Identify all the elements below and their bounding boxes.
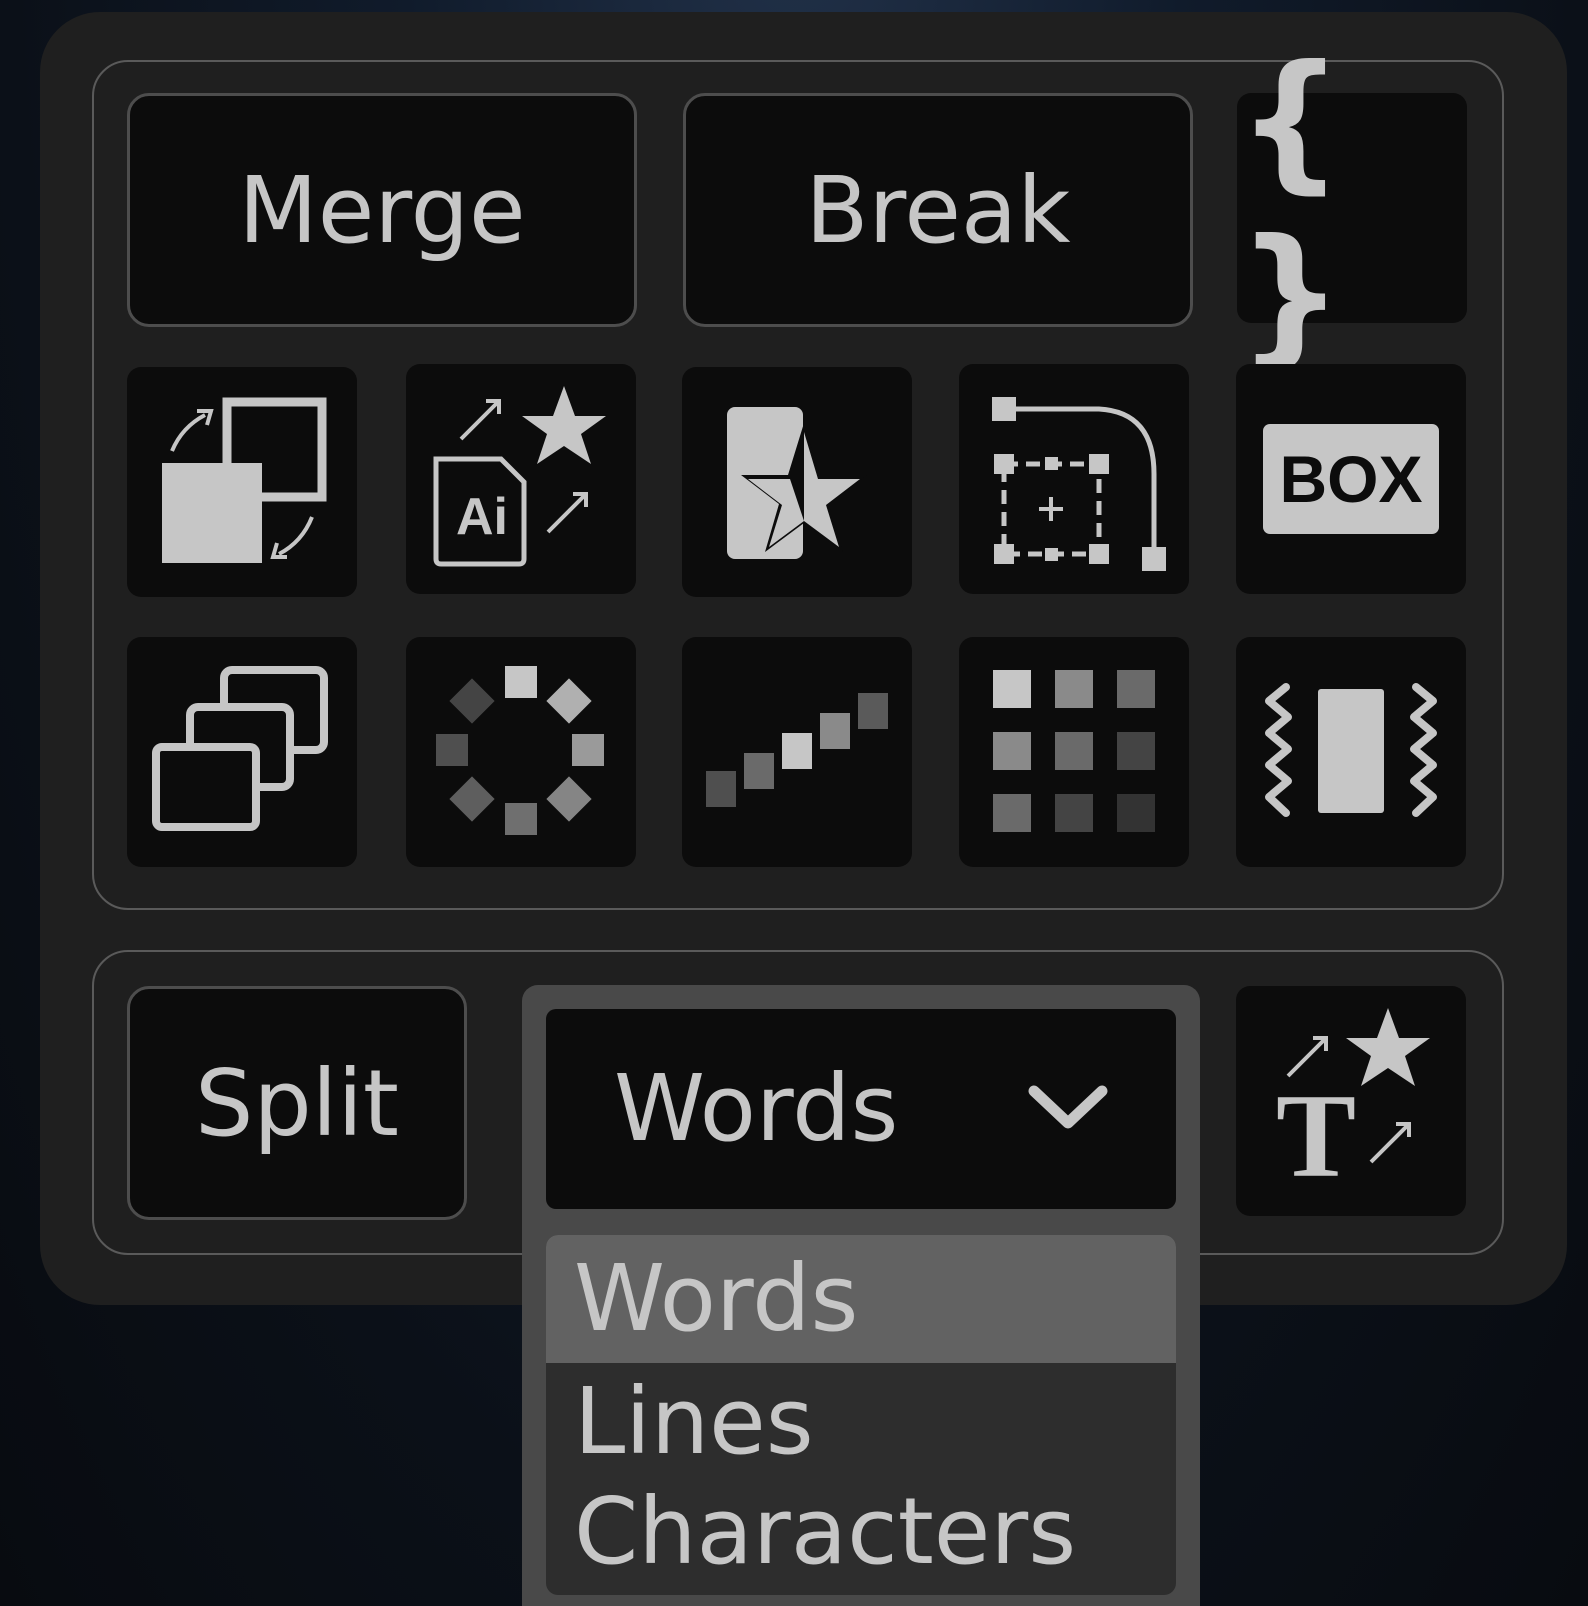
duplicate-stack-icon [152, 666, 328, 831]
grid-gradient-button[interactable] [959, 637, 1189, 867]
grid-gradient-icon [993, 670, 1155, 832]
import-ai-favorites-icon: Ai [433, 386, 606, 567]
split-label: Split [195, 1049, 399, 1157]
option-words-label: Words [574, 1245, 859, 1352]
option-characters-label: Characters [574, 1478, 1077, 1585]
option-lines[interactable]: Lines [546, 1363, 1176, 1481]
expression-braces-icon: { } [1237, 34, 1344, 382]
expression-button[interactable]: { } [1237, 34, 1467, 382]
option-lines-label: Lines [574, 1368, 814, 1475]
split-mode-options: Words Lines Characters [546, 1235, 1176, 1595]
duplicate-stack-button[interactable] [127, 637, 357, 867]
radial-repeat-icon [436, 666, 604, 835]
chevron-down-icon [1028, 1085, 1108, 1129]
merge-button[interactable]: Merge [127, 93, 637, 327]
stagger-steps-button[interactable] [682, 637, 912, 867]
stagger-steps-icon [706, 693, 888, 807]
merge-label: Merge [238, 156, 526, 264]
ai-badge-text: Ai [456, 488, 508, 546]
box-text-button[interactable]: BOX [1236, 364, 1466, 594]
box-badge-text: BOX [1279, 442, 1422, 516]
wiggle-button[interactable] [1236, 637, 1466, 867]
path-bounding-box-icon [992, 397, 1166, 571]
text-favorites-button[interactable]: T [1236, 986, 1466, 1216]
split-mode-value: Words [614, 1055, 899, 1162]
break-label: Break [805, 156, 1071, 264]
import-ai-favorites-button[interactable]: Ai [406, 364, 636, 594]
swap-layers-button[interactable] [127, 367, 357, 597]
split-mode-dropdown: Words Words Lines Characters [522, 985, 1200, 1606]
tools-group: Merge Break { } Ai BOX [92, 34, 1504, 910]
text-glyph: T [1276, 1069, 1356, 1202]
option-words[interactable]: Words [546, 1235, 1176, 1363]
box-text-icon: BOX [1263, 424, 1439, 534]
break-button[interactable]: Break [683, 93, 1193, 327]
option-characters[interactable]: Characters [546, 1473, 1176, 1591]
split-button[interactable]: Split [127, 986, 467, 1220]
radial-repeat-button[interactable] [406, 637, 636, 867]
wiggle-icon [1265, 683, 1437, 817]
swap-layers-icon [162, 397, 327, 563]
favorite-shape-icon [727, 407, 867, 559]
path-bounding-box-button[interactable] [959, 364, 1189, 594]
split-mode-select[interactable]: Words [546, 1009, 1176, 1209]
favorite-shape-button[interactable] [682, 367, 912, 597]
text-favorites-icon: T [1276, 1008, 1430, 1202]
